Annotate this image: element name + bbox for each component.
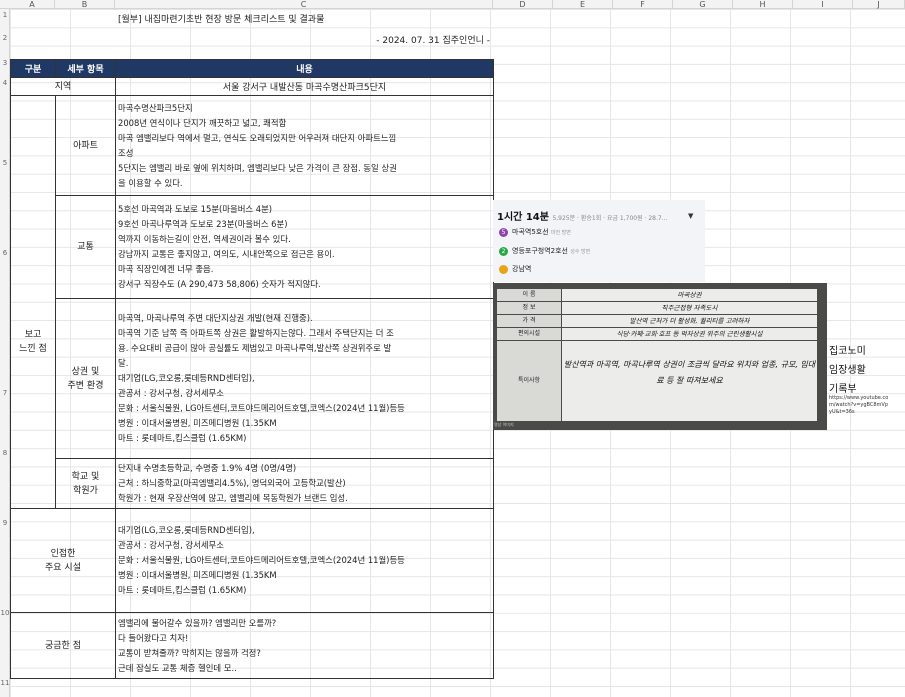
row-header[interactable]: 1 xyxy=(0,11,10,19)
row-header[interactable]: 10 xyxy=(0,609,10,617)
subitem-transport[interactable]: 교통 xyxy=(55,195,116,299)
column-header[interactable]: B xyxy=(55,0,115,9)
line-5-badge-icon: 5 xyxy=(499,227,508,237)
row-header[interactable]: 8 xyxy=(0,449,10,457)
table-header-row: 구분 세부 항목 내용 xyxy=(10,59,494,78)
row-header[interactable]: 11 xyxy=(0,679,10,687)
column-header[interactable]: C xyxy=(115,0,493,9)
table-row: 학교 및 학원가 단지내 수명초등학교, 수명중 1.9% 4명 (0명/4명)… xyxy=(11,458,494,509)
category-nearby[interactable]: 인접한 주요 시설 xyxy=(10,508,116,613)
column-header[interactable]: H xyxy=(733,0,793,9)
side-note-title[interactable]: 집코노미 임장생활 기록부 xyxy=(829,342,866,399)
photo-caption: 영상 이미지 xyxy=(494,422,514,427)
card-labels: 이 름 정 보 가 격 편의시설 특이사항 xyxy=(497,289,561,422)
region-label[interactable]: 지역 xyxy=(10,77,116,96)
route-stop: 2 영등포구청역2호선 성수 방면 xyxy=(499,246,590,256)
table-row: 보고 느낀 점 아파트 마곡수명산파크5단지 2008년 연식이나 단지가 깨끗… xyxy=(10,95,494,509)
column-header[interactable]: F xyxy=(613,0,673,9)
header-subitem[interactable]: 세부 항목 xyxy=(55,59,116,78)
row-header[interactable]: 3 xyxy=(0,59,10,67)
column-header[interactable]: J xyxy=(853,0,905,9)
row-header-bar: 1 2 3 4 5 6 7 8 9 10 11 xyxy=(0,9,10,697)
handwritten-card-photo[interactable]: 이 름 정 보 가 격 편의시설 특이사항 마곡상권 직주근접형 자족도시 발산… xyxy=(493,283,827,430)
row-header[interactable]: 5 xyxy=(0,159,10,167)
route-stop: 강남역 xyxy=(499,264,531,274)
content-transport[interactable]: 5호선 마곡역과 도보로 15분(마을버스 4분) 9호선 마곡나루역과 도보로… xyxy=(115,195,494,299)
chevron-down-icon: ▼ xyxy=(688,212,694,220)
table-row: 지역 서울 강서구 내발산동 마곡수명산파크5단지 xyxy=(10,77,494,96)
row-header[interactable]: 2 xyxy=(0,34,10,42)
column-header[interactable]: D xyxy=(493,0,553,9)
row-header[interactable]: 6 xyxy=(0,249,10,257)
subitem-apartment[interactable]: 아파트 xyxy=(55,95,116,196)
content-questions[interactable]: 엠밸리에 물어갈수 있을까? 엠밸리만 오를까? 다 들어왔다고 치자! 교통이… xyxy=(115,612,494,679)
content-apartment[interactable]: 마곡수명산파크5단지 2008년 연식이나 단지가 깨끗하고 넓고, 쾌적함 마… xyxy=(115,95,494,196)
content-school[interactable]: 단지내 수명초등학교, 수명중 1.9% 4명 (0명/4명) 근처 : 하늬중… xyxy=(115,458,494,509)
card-values: 마곡상권 직주근접형 자족도시 발산역 근처가 더 활성화, 퀄리티를 고려하자… xyxy=(562,289,817,422)
category-questions[interactable]: 궁금한 점 xyxy=(10,612,116,679)
table-row: 교통 5호선 마곡역과 도보로 15분(마을버스 4분) 9호선 마곡나루역과 … xyxy=(11,195,494,299)
column-header[interactable]: E xyxy=(553,0,613,9)
route-screenshot[interactable]: 1시간 14분 5,925분 · 환승1회 · 요금 1,700원 · 28.7… xyxy=(493,200,705,282)
subitem-commerce[interactable]: 상권 및 주변 환경 xyxy=(55,298,116,459)
table-row: 궁금한 점 엠밸리에 물어갈수 있을까? 엠밸리만 오를까? 다 들어왔다고 치… xyxy=(10,612,494,679)
sheet-title[interactable]: [월부] 내집마련기초반 현장 방문 체크리스트 및 결과물 xyxy=(118,12,324,25)
content-commerce[interactable]: 마곡역, 마곡나루역 주변 대단지상권 개발(현재 진행중). 마곡역 기준 남… xyxy=(115,298,494,459)
location-pin-icon xyxy=(499,264,508,274)
line-2-badge-icon: 2 xyxy=(499,246,508,256)
checklist-table: 구분 세부 항목 내용 지역 서울 강서구 내발산동 마곡수명산파크5단지 보고… xyxy=(10,59,494,679)
subitem-school[interactable]: 학교 및 학원가 xyxy=(55,458,116,509)
header-category[interactable]: 구분 xyxy=(10,59,56,78)
content-nearby[interactable]: 대기업(LG,코오롱,롯데등RND센터입), 관공서 : 강서구청, 강서세무소… xyxy=(115,508,494,613)
table-row: 상권 및 주변 환경 마곡역, 마곡나루역 주변 대단지상권 개발(현재 진행중… xyxy=(11,298,494,459)
column-header[interactable]: I xyxy=(793,0,853,9)
observed-category[interactable]: 보고 느낀 점 xyxy=(10,95,56,509)
route-duration: 1시간 14분 5,925분 · 환승1회 · 요금 1,700원 · 28.7… xyxy=(497,212,668,223)
row-header[interactable]: 4 xyxy=(0,79,10,87)
column-header-bar: A B C D E F G H I J xyxy=(0,0,905,9)
header-content[interactable]: 내용 xyxy=(115,59,494,78)
row-header[interactable]: 7 xyxy=(0,389,10,397)
column-header[interactable]: G xyxy=(673,0,733,9)
region-value[interactable]: 서울 강서구 내발산동 마곡수명산파크5단지 xyxy=(115,77,494,96)
side-note-url[interactable]: https://www.youtube.com/watch?v=ygBC8mVp… xyxy=(829,395,889,416)
route-stop: 5 마곡역5호선 마천 방면 xyxy=(499,227,571,237)
row-header[interactable]: 9 xyxy=(0,519,10,527)
table-row: 인접한 주요 시설 대기업(LG,코오롱,롯데등RND센터입), 관공서 : 강… xyxy=(10,508,494,613)
column-header[interactable]: A xyxy=(10,0,55,9)
sheet-dateline[interactable]: - 2024. 07. 31 집주인언니 - xyxy=(330,33,490,46)
